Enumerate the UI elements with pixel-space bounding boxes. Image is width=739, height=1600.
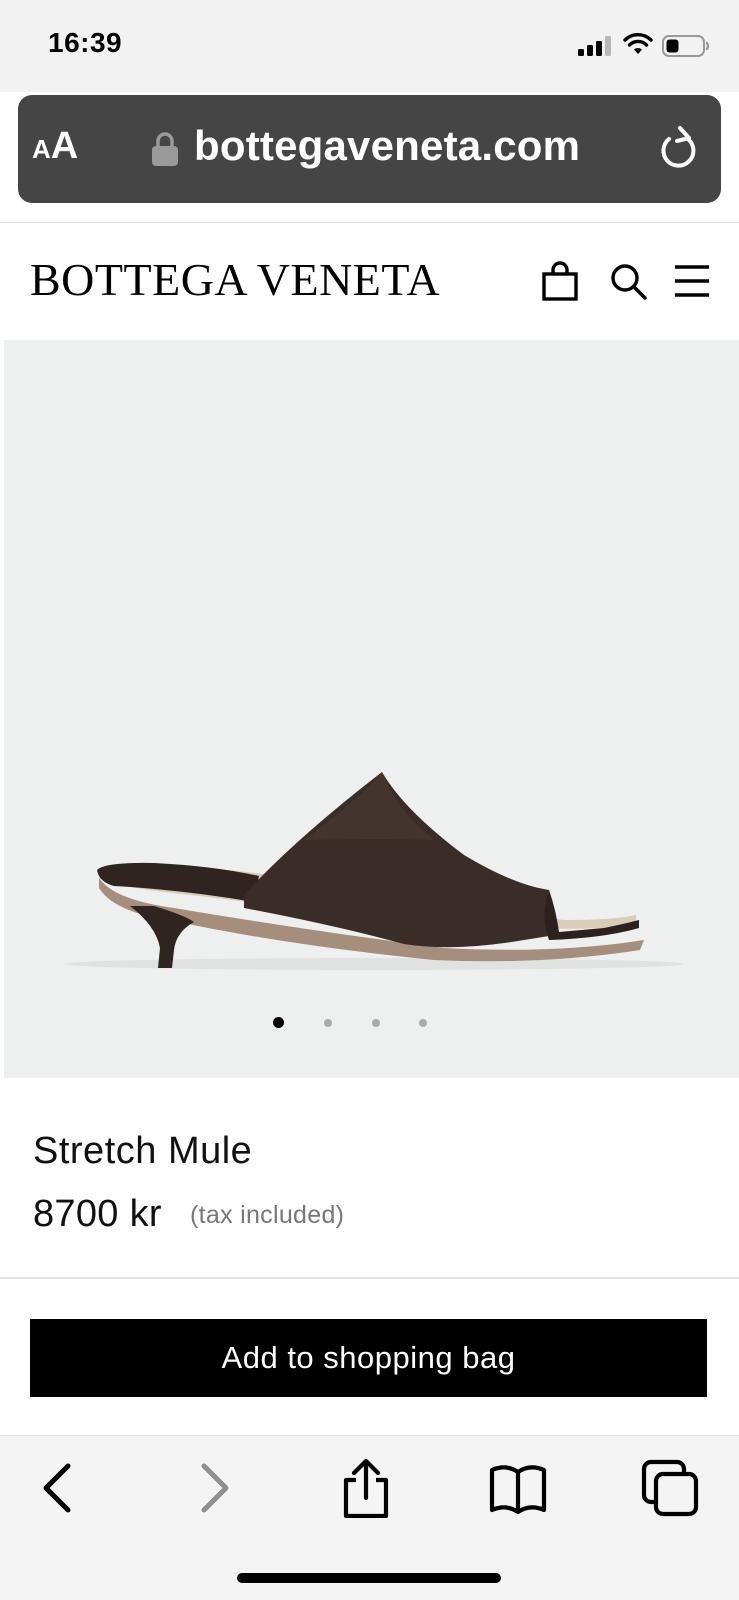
back-icon[interactable] [28,1458,88,1518]
gallery-dot-3[interactable] [372,1019,380,1027]
text-size-small-label: A [32,134,51,164]
text-size-button[interactable]: AA [32,125,78,168]
forward-icon[interactable] [184,1458,244,1518]
tax-note: (tax included) [190,1201,345,1229]
shopping-bag-icon[interactable] [540,261,580,301]
wifi-icon [623,33,653,54]
gallery-dot-1[interactable] [273,1017,284,1028]
browser-toolbar [0,1435,739,1600]
status-bar: 16:39 [0,0,739,92]
brand-logo[interactable]: BOTTEGA VENETA [30,253,440,306]
share-icon[interactable] [336,1458,396,1518]
add-to-bag-button[interactable]: Add to shopping bag [30,1319,707,1397]
url-domain[interactable]: bottegaveneta.com [194,122,580,170]
gallery-dot-2[interactable] [324,1019,332,1027]
divider [0,1277,739,1279]
tabs-icon[interactable] [640,1458,700,1518]
product-price: 8700 kr [33,1193,162,1235]
product-name: Stretch Mule [33,1130,253,1172]
battery-icon [662,35,710,57]
cellular-signal-icon [578,36,614,56]
search-icon[interactable] [608,261,648,301]
home-indicator[interactable] [237,1573,501,1583]
address-bar[interactable]: AA bottegaveneta.com [18,95,721,203]
site-header: BOTTEGA VENETA [0,223,739,339]
text-size-large-label: A [50,125,79,167]
status-time: 16:39 [48,27,123,58]
menu-icon[interactable] [672,261,712,301]
product-image [64,772,684,970]
product-image-gallery[interactable] [4,340,739,1078]
bookmarks-icon[interactable] [488,1458,548,1518]
gallery-pagination[interactable] [0,1012,739,1032]
gallery-dot-4[interactable] [419,1019,427,1027]
reload-icon[interactable] [656,124,702,172]
lock-icon [152,132,178,166]
